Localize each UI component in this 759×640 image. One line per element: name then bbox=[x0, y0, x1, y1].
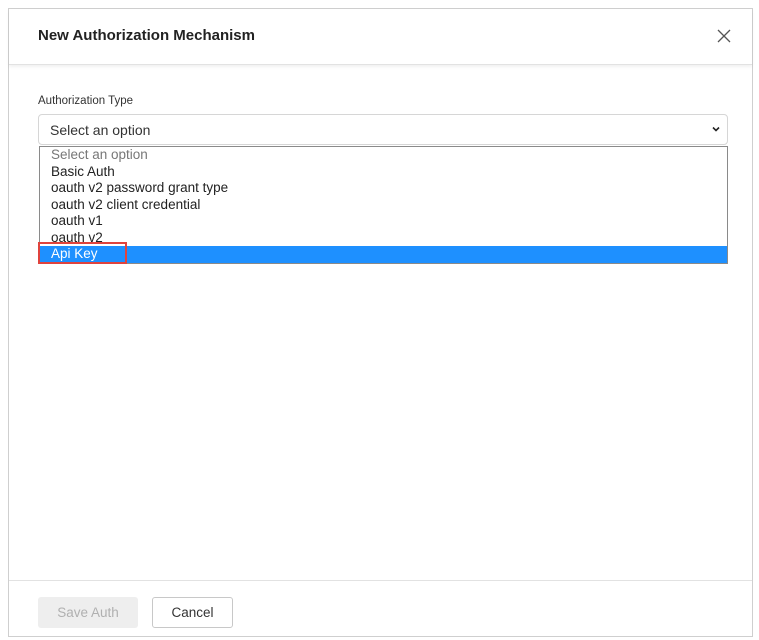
option-basic-auth[interactable]: Basic Auth bbox=[40, 164, 727, 181]
option-oauth-v2-password-grant[interactable]: oauth v2 password grant type bbox=[40, 180, 727, 197]
save-auth-button[interactable]: Save Auth bbox=[38, 597, 138, 628]
option-api-key[interactable]: Api Key bbox=[40, 246, 727, 263]
new-authorization-dialog: New Authorization Mechanism Authorizatio… bbox=[8, 8, 753, 637]
option-oauth-v2-client-credential[interactable]: oauth v2 client credential bbox=[40, 197, 727, 214]
authorization-type-dropdown: Select an option Basic Auth oauth v2 pas… bbox=[39, 146, 728, 264]
cancel-button[interactable]: Cancel bbox=[152, 597, 233, 628]
authorization-type-label: Authorization Type bbox=[38, 95, 134, 107]
dialog-title: New Authorization Mechanism bbox=[38, 27, 255, 44]
authorization-type-select[interactable]: Select an option bbox=[38, 114, 728, 145]
dialog-header: New Authorization Mechanism bbox=[9, 9, 752, 65]
option-select-an-option[interactable]: Select an option bbox=[40, 147, 727, 164]
dialog-footer: Save Auth Cancel bbox=[9, 580, 752, 636]
option-oauth-v1[interactable]: oauth v1 bbox=[40, 213, 727, 230]
close-icon[interactable] bbox=[716, 28, 732, 44]
select-value: Select an option bbox=[50, 122, 151, 138]
option-oauth-v2[interactable]: oauth v2 bbox=[40, 230, 727, 247]
chevron-down-icon bbox=[712, 126, 720, 132]
